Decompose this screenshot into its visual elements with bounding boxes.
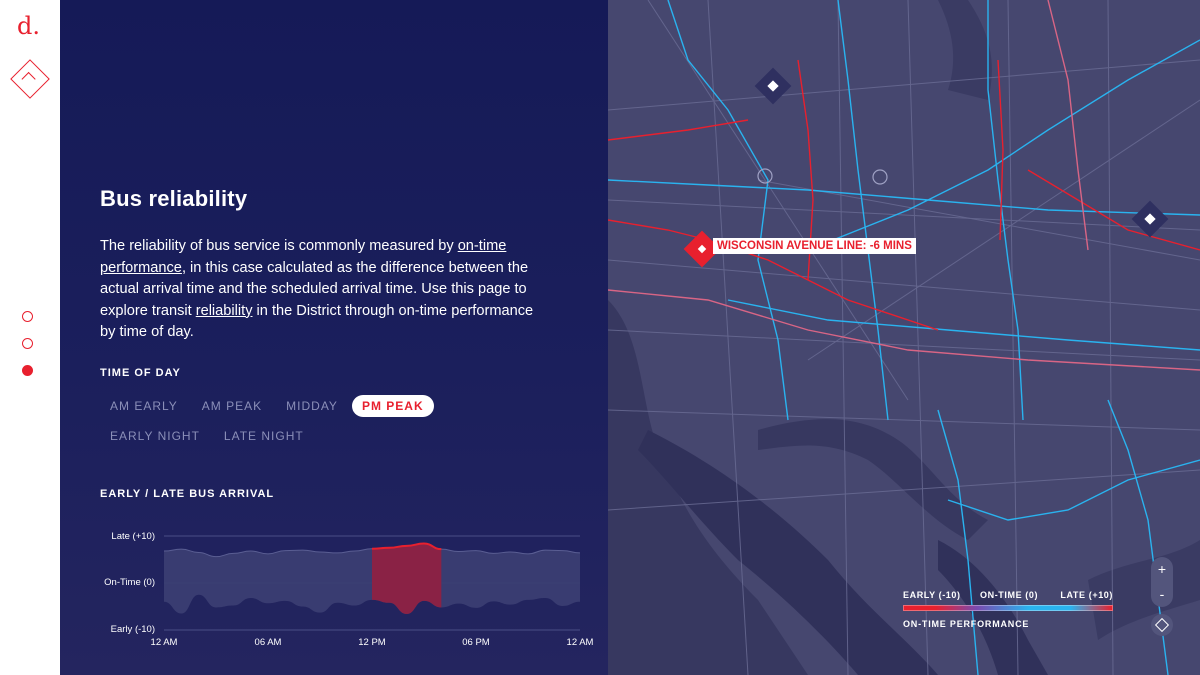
chart-label: EARLY / LATE BUS ARRIVAL	[100, 488, 275, 500]
map-canvas[interactable]	[608, 0, 1200, 675]
x-tick-label: 06 AM	[254, 637, 282, 648]
map-legend: EARLY (-10) ON-TIME (0) LATE (+10) ON-TI…	[903, 590, 1113, 629]
x-tick-label: 12 AM	[566, 637, 594, 648]
x-tick-label: 12 PM	[358, 637, 386, 648]
page-dot-3[interactable]	[22, 365, 33, 376]
zoom-out-button[interactable]: -	[1151, 582, 1173, 607]
content-panel: Bus reliability The reliability of bus s…	[60, 0, 608, 675]
legend-color-bar	[903, 605, 1113, 611]
legend-caption: ON-TIME PERFORMANCE	[903, 619, 1030, 629]
legend-late: LATE (+10)	[1060, 590, 1113, 600]
zoom-in-button[interactable]: +	[1151, 557, 1173, 582]
arrival-chart: Late (+10) On-Time (0) Early (-10) 12 AM…	[60, 520, 608, 660]
time-of-day-selector: AM EARLY AM PEAK MIDDAY PM PEAK EARLY NIGHT L…	[100, 395, 540, 455]
legend-early: EARLY (-10)	[903, 590, 961, 600]
transit-map[interactable]	[608, 0, 1200, 675]
page-dot-2[interactable]	[22, 338, 33, 349]
page-title: Bus reliability	[100, 186, 248, 211]
zoom-controls: + -	[1151, 557, 1173, 607]
x-tick-label: 06 PM	[462, 637, 490, 648]
time-of-day-label: TIME OF DAY	[100, 367, 181, 379]
page-dot-1[interactable]	[22, 311, 33, 322]
x-tick-label: 12 AM	[150, 637, 178, 648]
route-callout: WISCONSIN AVENUE LINE: -6 MINS	[713, 238, 916, 254]
time-of-day-option[interactable]: EARLY NIGHT	[100, 425, 210, 447]
time-of-day-option[interactable]: AM PEAK	[192, 395, 272, 417]
description: The reliability of bus service is common…	[100, 236, 540, 344]
chevron-up-icon	[21, 71, 36, 87]
reset-view-button[interactable]	[1151, 614, 1173, 636]
chart-plot	[163, 535, 581, 631]
logo[interactable]: d.	[17, 14, 40, 38]
description-text-1: The reliability of bus service is common…	[100, 238, 458, 254]
legend-ontime: ON-TIME (0)	[980, 590, 1039, 600]
time-of-day-option[interactable]: MIDDAY	[276, 395, 348, 417]
time-of-day-option[interactable]: LATE NIGHT	[214, 425, 314, 447]
home-button[interactable]	[10, 59, 50, 99]
left-rail: d.	[0, 0, 60, 675]
reliability-link[interactable]: reliability	[196, 303, 253, 319]
time-of-day-option[interactable]: PM PEAK	[351, 395, 434, 417]
time-of-day-option[interactable]: AM EARLY	[100, 395, 188, 417]
